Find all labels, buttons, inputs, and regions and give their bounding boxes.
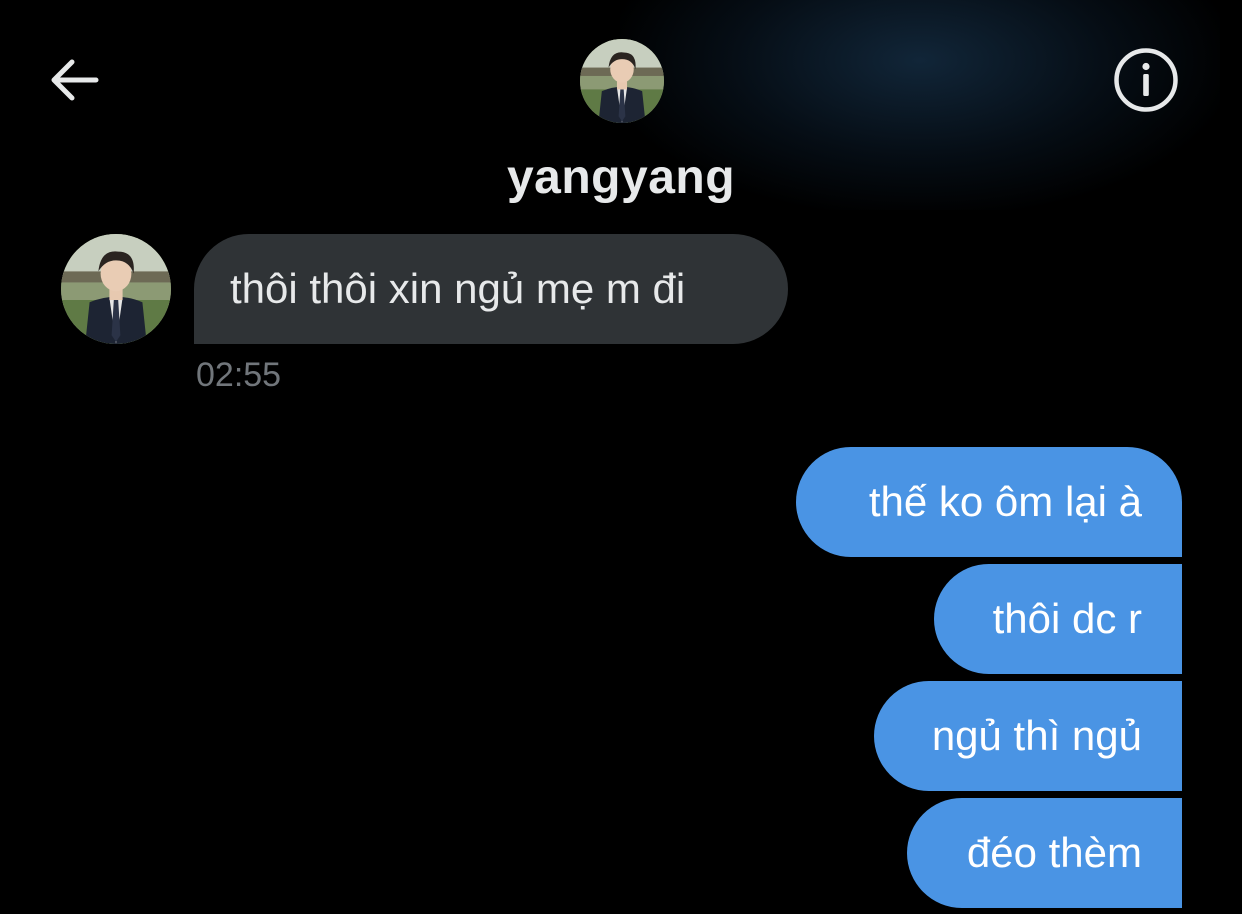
arrow-left-icon [46, 56, 102, 109]
info-circle-icon [1113, 47, 1179, 118]
incoming-message[interactable]: thôi thôi xin ngủ mẹ m đi [194, 234, 788, 344]
info-button[interactable] [1110, 46, 1182, 118]
outgoing-message[interactable]: ngủ thì ngủ [874, 681, 1182, 791]
outgoing-message[interactable]: thế ko ôm lại à [796, 447, 1182, 557]
header-avatar[interactable] [580, 39, 664, 123]
conversation-title: yangyang [506, 151, 736, 204]
back-button[interactable] [42, 50, 106, 114]
outgoing-message[interactable]: đéo thèm [907, 798, 1182, 908]
sender-avatar[interactable] [61, 234, 171, 344]
outgoing-message[interactable]: thôi dc r [934, 564, 1182, 674]
message-timestamp: 02:55 [196, 356, 282, 394]
